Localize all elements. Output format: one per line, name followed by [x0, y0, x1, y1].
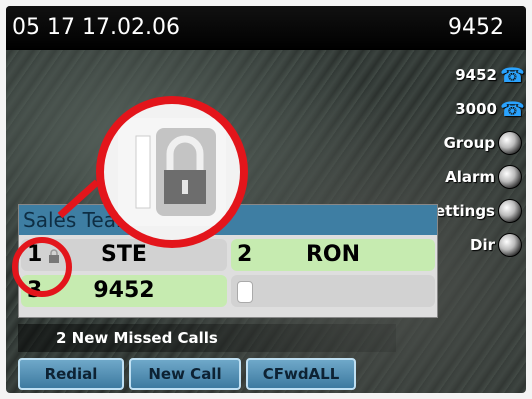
- line-key-9452[interactable]: 9452 ☎: [326, 58, 526, 92]
- cfwdall-softkey[interactable]: CFwdALL: [246, 358, 356, 390]
- missed-calls-notice[interactable]: 2 New Missed Calls: [18, 324, 396, 352]
- callout-small-ring: [12, 237, 72, 297]
- globe-icon: [498, 233, 522, 257]
- new-call-softkey[interactable]: New Call: [129, 358, 241, 390]
- cell-name: RON: [305, 242, 361, 267]
- lock-zoom-callout: [96, 96, 248, 248]
- line-key-label: Group: [443, 134, 495, 152]
- line-key-label: Dir: [470, 236, 495, 254]
- datetime-label: 05 17 17.02.06: [12, 15, 180, 40]
- line-key-label: 9452: [455, 66, 497, 84]
- phone-icon: ☎: [500, 97, 525, 121]
- softkey-bar: Redial New Call CFwdALL: [18, 358, 356, 390]
- line-key-3000[interactable]: 3000 ☎: [326, 92, 526, 126]
- globe-icon: [498, 131, 522, 155]
- line-key-label: 3000: [455, 100, 497, 118]
- speed-dial-cell-2[interactable]: 2 RON: [231, 239, 435, 271]
- redial-softkey[interactable]: Redial: [18, 358, 124, 390]
- line-key-group[interactable]: Group: [326, 126, 526, 160]
- lock-icon: [118, 118, 226, 226]
- phone-icon: ☎: [500, 63, 525, 87]
- extension-label: 9452: [448, 15, 504, 40]
- line-key-label: Alarm: [445, 168, 495, 186]
- line-key-alarm[interactable]: Alarm: [326, 160, 526, 194]
- empty-slot-icon: [237, 281, 253, 303]
- phone-screen: 05 17 17.02.06 9452 9452 ☎ 3000 ☎ Group …: [6, 6, 526, 393]
- status-bar: 05 17 17.02.06 9452: [6, 6, 526, 50]
- globe-icon: [498, 199, 522, 223]
- speed-dial-cell-4[interactable]: [231, 275, 435, 307]
- globe-icon: [498, 165, 522, 189]
